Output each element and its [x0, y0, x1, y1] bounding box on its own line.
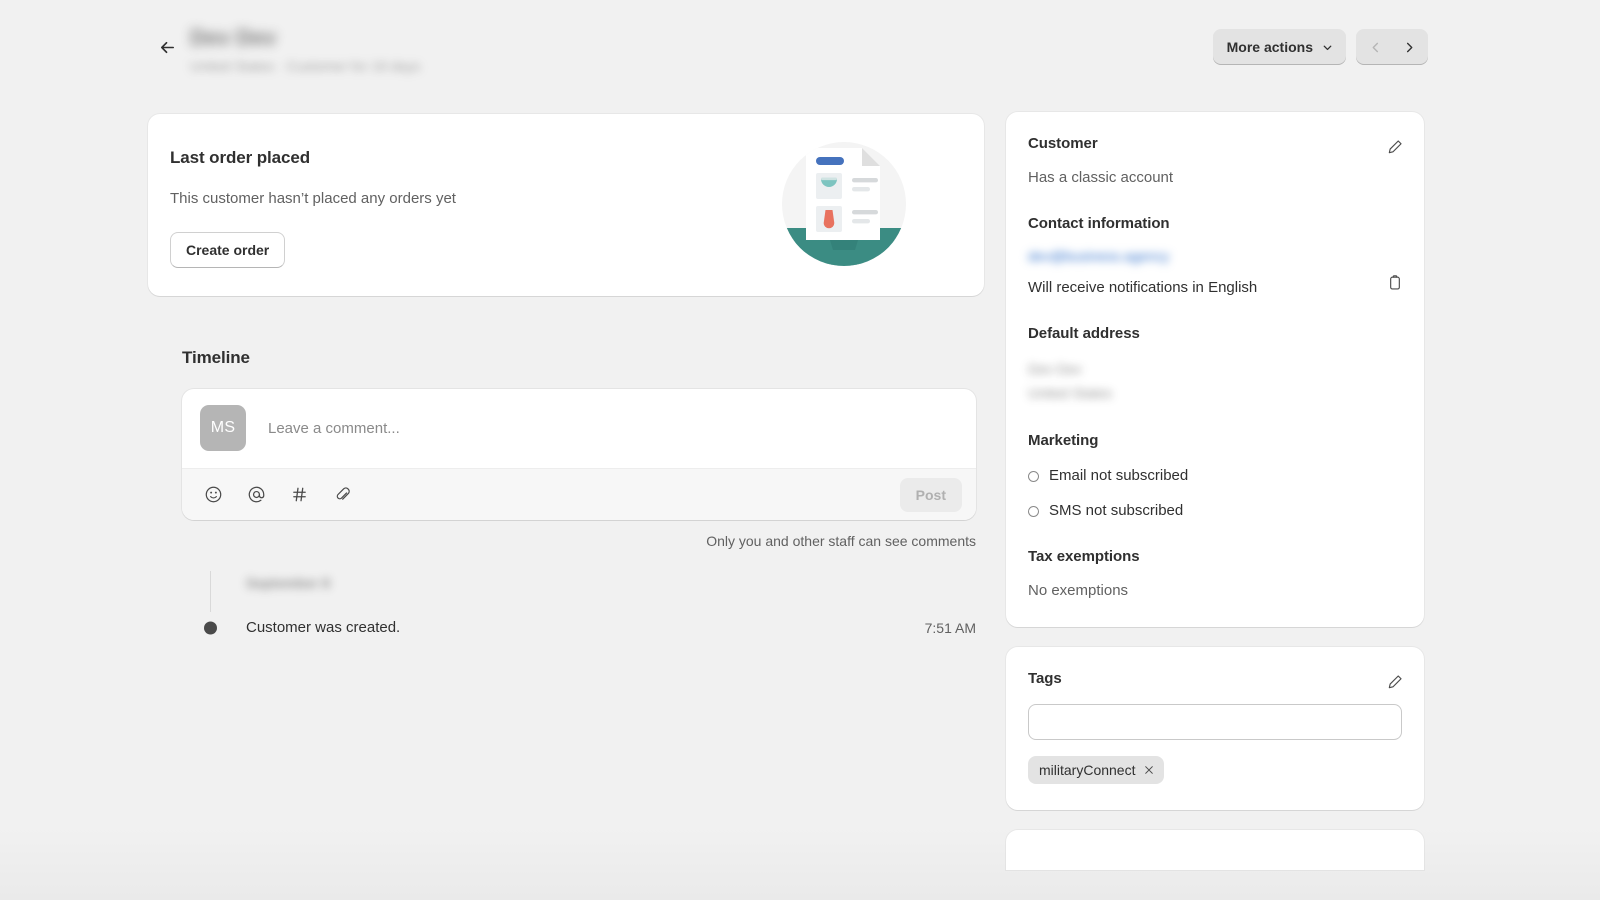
- hashtag-icon[interactable]: [288, 484, 310, 506]
- default-address-heading: Default address: [1028, 325, 1140, 342]
- tags-heading: Tags: [1028, 670, 1062, 687]
- side-column: Customer Has a classic account Contact i…: [1006, 112, 1424, 870]
- page-title: Dev Dev: [190, 25, 277, 50]
- customer-account-status: Has a classic account: [1028, 169, 1174, 186]
- header-actions: More actions: [1212, 29, 1428, 65]
- chevron-right-icon: [1406, 42, 1412, 52]
- main-column: Last order placed This customer hasn’t p…: [148, 114, 984, 638]
- close-icon: [1145, 766, 1154, 774]
- comment-privacy-note: Only you and other staff can see comment…: [706, 533, 976, 549]
- timeline-events: September 8 Customer was created. 7:51 A…: [182, 571, 984, 638]
- arrow-left-icon: [160, 41, 174, 53]
- page-header: Dev Dev United States · Customer for 18 …: [148, 22, 1428, 84]
- contact-information-heading: Contact information: [1028, 215, 1170, 232]
- comment-input[interactable]: [266, 418, 958, 438]
- composer-icon-group: [202, 484, 353, 506]
- notification-language: Will receive notifications in English: [1028, 279, 1258, 296]
- page-subtitle: United States · Customer for 18 days: [190, 58, 421, 74]
- remove-tag-button[interactable]: [1143, 764, 1155, 776]
- address-line-2: United States: [1028, 385, 1113, 401]
- pencil-icon: [1388, 675, 1402, 689]
- pagination-control: [1356, 29, 1428, 65]
- timeline-section: Timeline MS Leave a comment... Post Only…: [148, 346, 984, 638]
- customer-card: Customer Has a classic account Contact i…: [1006, 112, 1424, 627]
- attachment-icon[interactable]: [331, 484, 353, 506]
- title-block: Dev Dev United States · Customer for 18 …: [190, 24, 420, 76]
- tax-exemptions-heading: Tax exemptions: [1028, 548, 1140, 565]
- next-card-peek: [1006, 830, 1424, 870]
- post-comment-button[interactable]: Post: [899, 477, 962, 512]
- edit-tags-button[interactable]: [1380, 667, 1410, 697]
- tags-input[interactable]: [1028, 704, 1402, 740]
- address-line-1: Dev Dev: [1028, 361, 1082, 377]
- clipboard-icon: [1390, 275, 1400, 290]
- tax-exemptions-status: No exemptions: [1028, 582, 1129, 599]
- default-address-value: Dev Dev United States: [1028, 357, 1402, 405]
- create-order-button[interactable]: Create order: [170, 232, 286, 268]
- tags-card: Tags militaryConnect: [1006, 647, 1424, 810]
- more-actions-label: More actions: [1226, 39, 1313, 55]
- timeline-event-row: Customer was created. 7:51 AM: [182, 618, 976, 638]
- avatar: MS: [200, 405, 246, 451]
- back-button[interactable]: [152, 32, 182, 62]
- timeline-event-dot-icon: [204, 621, 217, 635]
- tag-chip[interactable]: militaryConnect: [1028, 756, 1165, 784]
- comment-composer-top: MS: [182, 389, 976, 468]
- next-customer-button[interactable]: [1392, 31, 1426, 63]
- comment-composer-toolbar: Post: [182, 468, 976, 520]
- customer-detail-page: Dev Dev United States · Customer for 18 …: [0, 0, 1600, 900]
- timeline-title: Timeline: [182, 348, 250, 367]
- customer-email[interactable]: dev@business.agency: [1028, 248, 1204, 264]
- last-order-card: Last order placed This customer hasn’t p…: [148, 114, 984, 296]
- mention-icon[interactable]: [245, 484, 267, 506]
- copy-email-button[interactable]: [1380, 268, 1410, 298]
- tags-list: militaryConnect: [1028, 756, 1402, 784]
- more-actions-button[interactable]: More actions: [1212, 29, 1346, 65]
- previous-customer-button[interactable]: [1358, 31, 1392, 63]
- marketing-email-status: Email not subscribed: [1028, 466, 1402, 486]
- timeline-rail: [210, 571, 211, 612]
- tag-label: militaryConnect: [1039, 762, 1136, 778]
- timeline-event-date: September 8: [246, 575, 331, 591]
- circle-outline-icon: [1028, 470, 1039, 482]
- customer-heading: Customer: [1028, 135, 1098, 152]
- empty-order-document-illustration: [782, 142, 906, 266]
- timeline-event-text: Customer was created.: [246, 619, 401, 636]
- marketing-sms-label: SMS not subscribed: [1049, 502, 1184, 519]
- marketing-heading: Marketing: [1028, 432, 1099, 449]
- emoji-icon[interactable]: [202, 484, 224, 506]
- timeline-event-time: 7:51 AM: [924, 620, 976, 636]
- edit-customer-button[interactable]: [1380, 132, 1410, 162]
- marketing-sms-status: SMS not subscribed: [1028, 501, 1402, 521]
- chevron-left-icon: [1372, 42, 1378, 52]
- chevron-down-icon: [1323, 45, 1332, 50]
- marketing-email-label: Email not subscribed: [1049, 467, 1189, 484]
- circle-outline-icon: [1028, 505, 1039, 517]
- comment-composer: MS Leave a comment... Post: [182, 389, 976, 520]
- pencil-icon: [1388, 140, 1402, 154]
